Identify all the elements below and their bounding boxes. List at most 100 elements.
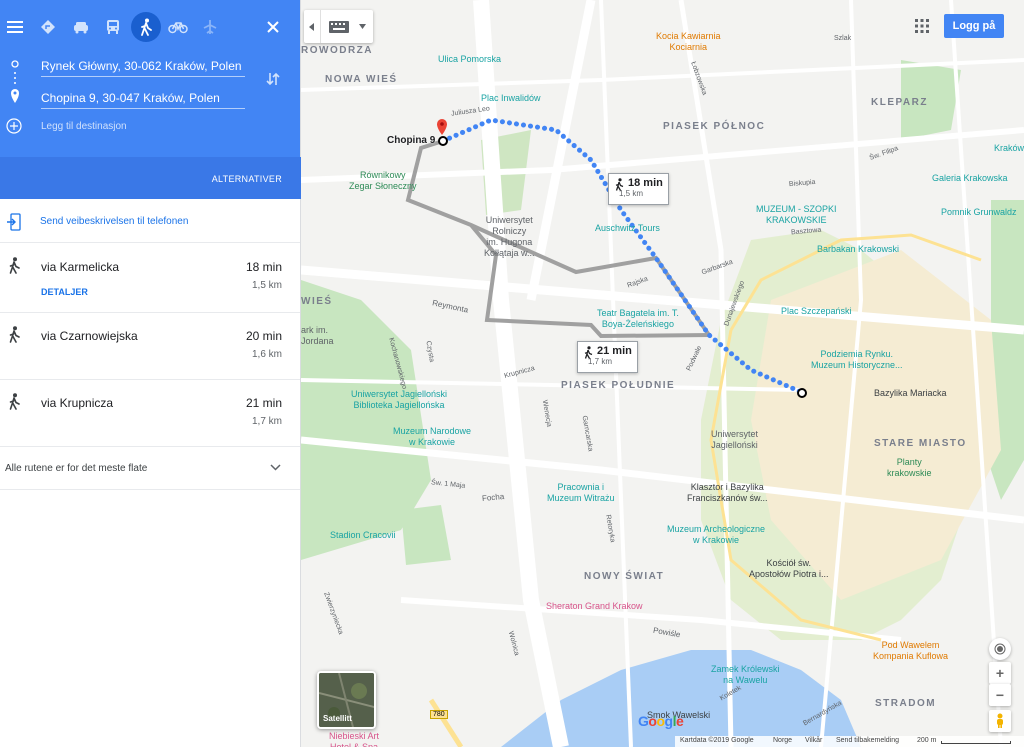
bicycle-icon[interactable] [163,12,193,42]
poi-label[interactable]: Klasztor i Bazylika Franciszkanów św... [687,482,768,504]
country-link[interactable]: Norge [773,737,792,744]
street-label: Focha [481,492,505,503]
close-icon[interactable] [258,12,288,42]
zoom-in-button[interactable]: + [989,662,1011,684]
route-callout-alt[interactable]: 21 min 1,7 km [577,341,638,373]
district-label: PIASEK POŁUDNIE [561,380,676,391]
transit-icon[interactable] [98,12,128,42]
route-note-row[interactable]: Alle rutene er for det meste flate [0,447,300,490]
poi-label[interactable]: Pracownia i Muzeum Witrażu [547,482,615,504]
scale-bar [941,741,1011,744]
apps-grid-icon[interactable] [910,14,934,38]
route-name: via Czarnowiejska [41,329,138,343]
origin-marker-icon [797,388,807,398]
poi-label[interactable]: Ulica Pomorska [438,54,501,65]
route-time: 21 min [245,396,282,410]
poi-label[interactable]: Podziemia Rynku. Muzeum Historyczne... [811,349,903,371]
map-footer: Kartdata ©2019 Google Norge Vilkår Send … [675,736,1024,747]
poi-label[interactable]: Sheraton Grand Krakow [546,601,643,612]
poi-label[interactable]: Plac Inwalidów [481,93,541,104]
poi-label[interactable]: Muzeum Archeologiczne w Krakowie [667,524,765,546]
send-to-phone-label: Send veibeskrivelsen til telefonen [40,215,189,227]
poi-label[interactable]: Pomnik Grunwaldz [941,207,1017,218]
origin-input[interactable] [41,55,245,77]
login-button[interactable]: Logg på [944,14,1004,38]
walking-icon[interactable] [131,12,161,42]
terms-link[interactable]: Vilkår [805,737,822,744]
poi-label[interactable]: Pod Wawelem Kompania Kuflowa [873,640,948,662]
poi-label[interactable]: Bazylika Mariacka [874,388,947,399]
flight-icon[interactable] [195,12,225,42]
poi-label[interactable]: Plac Szczepański [781,306,852,317]
menu-icon[interactable] [0,12,30,42]
poi-label[interactable]: Muzeum Narodowe w Krakowie [393,426,471,448]
alternatives-button[interactable]: ALTERNATIVER [212,174,282,184]
poi-label[interactable]: Uniwersytet Jagielloński [711,429,758,451]
send-to-phone-row[interactable]: Send veibeskrivelsen til telefonen [0,200,300,243]
add-destination-row[interactable]: Legg til destinasjon [6,116,127,136]
swap-icon[interactable] [262,68,284,90]
callout-time: 21 min [597,345,632,357]
route-dots-icon [11,60,19,109]
route-distance: 1,5 km [251,280,282,291]
route-callout-selected[interactable]: 18 min 1,5 km [608,173,669,205]
poi-label[interactable]: Kocia Kawiarnia Kociarnia [656,31,721,53]
walking-icon [9,257,20,274]
car-icon[interactable] [66,12,96,42]
poi-label[interactable]: Planty krakowskie [887,457,932,479]
route-option-1[interactable]: via Karmelicka 18 min 1,5 km DETALJER [0,244,300,313]
input-tools-control [304,10,373,43]
travel-mode-bar [0,10,301,44]
callout-distance: 1,7 km [588,357,613,366]
poi-label[interactable]: Auschwitz Tours [595,223,660,234]
district-label: PIASEK PÓŁNOC [663,121,766,132]
destination-input[interactable] [41,87,245,109]
district-label: STARE MIASTO [874,438,967,449]
map-data-credit: Kartdata ©2019 Google [680,737,754,744]
map-canvas[interactable]: ROWODRZA NOWA WIEŚ KLEPARZ PIASEK PÓŁNOC… [301,0,1024,747]
poi-label[interactable]: Równikowy Zegar Słoneczny [349,170,417,192]
my-location-icon[interactable] [989,638,1011,660]
poi-label[interactable]: Teatr Bagatela im. T. Boya-Żeleńskiego [597,308,679,330]
poi-label[interactable]: Galeria Krakowska [932,173,1008,184]
poi-label[interactable]: Kościół św. Apostołów Piotra i... [749,558,829,580]
destination-marker-icon [438,136,448,146]
poi-label[interactable]: Zamek Królewski na Wawelu [711,664,780,686]
destination-label: Chopina 9 [387,135,436,146]
district-label: STRADOM [875,698,937,709]
poi-label[interactable]: Barbakan Krakowski [817,244,899,255]
directions-panel: Legg til destinasjon ALTERNATIVER Send v… [0,0,301,747]
route-name: via Krupnicza [41,396,114,410]
poi-label[interactable]: Uniwersytet Rolniczy im. Hugona Kołłątaj… [484,215,535,259]
scale-label[interactable]: 200 m [917,737,936,744]
poi-label[interactable]: Niebieski Art Hotel & Spa [329,731,379,747]
zoom-out-button[interactable]: − [989,684,1011,706]
pegman-icon[interactable] [989,710,1011,732]
route-option-2[interactable]: via Czarnowiejska 20 min 1,6 km [0,313,300,380]
route-name: via Karmelicka [41,260,120,274]
route-distance: 1,7 km [251,416,282,427]
poi-label[interactable]: Kraków [994,143,1024,154]
route-distance: 1,6 km [251,349,282,360]
keyboard-icon[interactable] [328,20,350,34]
feedback-link[interactable]: Send tilbakemelding [836,737,899,744]
poi-label[interactable]: Stadion Cracovii [330,530,396,541]
poi-label[interactable]: MUZEUM - SZOPKI KRAKOWSKIE [756,204,837,226]
chevron-down-icon[interactable] [359,24,366,29]
satellite-toggle[interactable]: Satellitt [317,671,376,729]
google-logo: Google [638,713,684,729]
callout-time: 18 min [628,177,663,189]
poi-label[interactable]: ark im. Jordana [301,325,334,347]
poi-label[interactable]: Uniwersytet Jagielloński Biblioteka Jagi… [351,389,447,411]
district-label: KLEPARZ [871,97,928,108]
walking-icon [9,326,20,343]
route-option-3[interactable]: via Krupnicza 21 min 1,7 km [0,380,300,447]
best-route-icon[interactable] [33,12,63,42]
route-time: 18 min [245,260,282,274]
details-link[interactable]: DETALJER [41,287,88,297]
route-note: Alle rutene er for det meste flate [5,463,148,474]
district-label: ROWODRZA [301,45,373,56]
collapse-panel-icon[interactable] [304,10,321,43]
district-label: NOWY ŚWIAT [584,571,665,582]
add-circle-icon [6,118,22,134]
